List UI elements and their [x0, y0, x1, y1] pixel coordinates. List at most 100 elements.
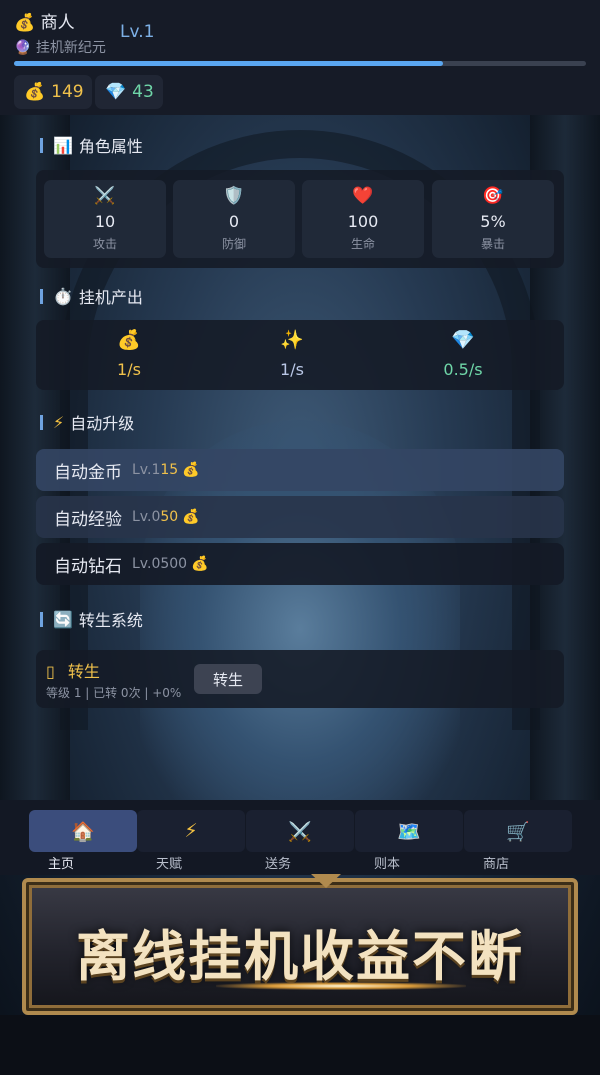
- moneybag-icon: 💰: [182, 462, 200, 478]
- bottom-nav: 🏠 主页 ⚡ 天赋 ⚔️ 送务 🗺️ 则本 🛒 商店: [0, 800, 600, 875]
- era-text: 挂机新纪元: [35, 40, 106, 56]
- swords-icon: ⚔️: [94, 186, 116, 206]
- home-icon: 🏠: [71, 820, 95, 843]
- section-marker: [40, 611, 43, 627]
- tab-dungeon[interactable]: 🗺️: [355, 810, 463, 852]
- banner-glow: [216, 982, 466, 990]
- rebirth-panel: ▯ 转生 等级 1 | 已转 0次 | +0% 转生: [36, 650, 564, 708]
- rebirth-info: 等级 1 | 已转 0次 | +0%: [46, 686, 182, 700]
- moneybag-icon: 💰: [117, 329, 141, 351]
- diamond-counter: 💎 43: [95, 75, 163, 109]
- upgrade-name: 自动经验: [54, 509, 122, 530]
- stat-value: 10: [94, 212, 116, 231]
- section-marker: [40, 288, 43, 304]
- tab-talent[interactable]: ⚡: [137, 810, 245, 852]
- swords-icon: ⚔️: [288, 820, 312, 843]
- era-label: 🔮 挂机新纪元: [14, 37, 106, 57]
- bottom-background: [0, 1015, 600, 1075]
- output-gold: 💰 1/s: [44, 328, 214, 379]
- tab-home-label: 主页: [47, 857, 74, 872]
- upgrade-auto-gold[interactable]: 自动金币 Lv.1 15 💰: [36, 449, 564, 491]
- tab-shop[interactable]: 🛒: [464, 810, 572, 852]
- section-attributes-title: 角色属性: [78, 137, 143, 156]
- section-marker: [40, 137, 43, 153]
- idle-output-panel: 💰 1/s ✨ 1/s 💎 0.5/s: [36, 320, 564, 390]
- moneybag-icon: 💰: [24, 82, 46, 102]
- output-diamond: 💎 0.5/s: [378, 328, 548, 379]
- section-idle-output: ⏱️ 挂机产出: [40, 284, 143, 308]
- moneybag-icon: 💰: [14, 13, 36, 33]
- sparkle-icon: ✨: [280, 329, 304, 351]
- crystal-ball-icon: 🔮: [14, 40, 32, 56]
- banner-ornament: [311, 874, 341, 888]
- section-marker: [40, 414, 43, 430]
- tab-quest-label: 送务: [264, 857, 291, 872]
- upgrade-level: Lv.0: [132, 556, 161, 572]
- rebirth-icon: ▯: [46, 662, 55, 681]
- stat-attack: ⚔️ 10 攻击: [44, 180, 166, 258]
- stat-health: ❤️ 100 生命: [302, 180, 424, 258]
- output-value: 1/s: [280, 360, 304, 379]
- output-value: 1/s: [117, 360, 141, 379]
- stat-defense: 🛡️ 0 防御: [173, 180, 295, 258]
- diamond-icon: 💎: [105, 82, 127, 102]
- upgrade-auto-diamond[interactable]: 自动钻石 Lv.0 500 💰: [36, 543, 564, 585]
- moneybag-icon: 💰: [191, 556, 209, 572]
- banner-slogan: 离线挂机收益不断: [76, 924, 524, 988]
- section-idle-output-title: 挂机产出: [78, 288, 143, 307]
- moneybag-icon: 💰: [182, 509, 200, 525]
- attributes-panel: ⚔️ 10 攻击 🛡️ 0 防御 ❤️ 100 生命 🎯 5% 暴击: [36, 170, 564, 268]
- tab-home[interactable]: 🏠: [29, 810, 137, 852]
- player-title: 💰 商人: [14, 8, 75, 33]
- stat-label: 防御: [221, 237, 246, 251]
- gold-amount: 149: [51, 82, 84, 102]
- refresh-icon: 🔄: [53, 609, 73, 629]
- rebirth-heading: ▯ 转生: [46, 658, 100, 682]
- stopwatch-icon: ⏱️: [53, 286, 73, 306]
- upgrade-cost: 500: [160, 556, 188, 572]
- tab-talent-label: 天赋: [155, 857, 182, 872]
- cart-icon: 🛒: [506, 820, 530, 843]
- upgrade-auto-exp[interactable]: 自动经验 Lv.0 50 💰: [36, 496, 564, 538]
- rebirth-title: 转生: [67, 662, 100, 681]
- diamond-icon: 💎: [451, 329, 475, 351]
- upgrade-cost: 50: [160, 509, 179, 525]
- lightning-icon: ⚡: [184, 820, 198, 842]
- gold-counter: 💰 149: [14, 75, 92, 109]
- stat-crit: 🎯 5% 暴击: [432, 180, 554, 258]
- section-attributes: 📊 角色属性: [40, 133, 143, 157]
- stat-label: 暴击: [480, 237, 505, 251]
- xp-progress-fill: [14, 61, 443, 66]
- chart-icon: 📊: [53, 135, 73, 155]
- map-icon: 🗺️: [397, 820, 421, 843]
- tab-quest[interactable]: ⚔️: [246, 810, 354, 852]
- lightning-icon: ⚡: [53, 412, 65, 432]
- section-auto-upgrade-title: 自动升级: [70, 414, 135, 433]
- player-class-name: 商人: [40, 13, 75, 33]
- stat-value: 100: [347, 212, 379, 231]
- output-exp: ✨ 1/s: [207, 328, 377, 379]
- upgrade-cost: 15: [160, 462, 179, 478]
- upgrade-level: Lv.1: [132, 462, 161, 478]
- player-level: Lv.1: [120, 22, 155, 42]
- upgrade-name: 自动钻石: [54, 556, 122, 577]
- shield-icon: 🛡️: [223, 186, 245, 206]
- target-icon: 🎯: [482, 186, 504, 206]
- upgrade-level: Lv.0: [132, 509, 161, 525]
- section-rebirth-title: 转生系统: [78, 611, 143, 630]
- section-auto-upgrade: ⚡ 自动升级: [40, 410, 134, 434]
- xp-progress-bar: [14, 61, 586, 66]
- top-header: 💰 商人 Lv.1 🔮 挂机新纪元 💰 149 💎 43: [0, 0, 600, 115]
- stat-label: 生命: [350, 237, 375, 251]
- promo-banner: 离线挂机收益不断: [22, 874, 578, 1015]
- upgrade-name: 自动金币: [54, 462, 122, 483]
- output-value: 0.5/s: [443, 360, 483, 379]
- stat-value: 5%: [480, 212, 506, 231]
- rebirth-button[interactable]: 转生: [194, 664, 262, 694]
- tab-shop-label: 商店: [482, 857, 509, 872]
- diamond-amount: 43: [132, 82, 154, 102]
- stat-label: 攻击: [92, 237, 117, 251]
- stat-value: 0: [228, 212, 240, 231]
- heart-icon: ❤️: [352, 186, 374, 206]
- tab-dungeon-label: 则本: [373, 857, 400, 872]
